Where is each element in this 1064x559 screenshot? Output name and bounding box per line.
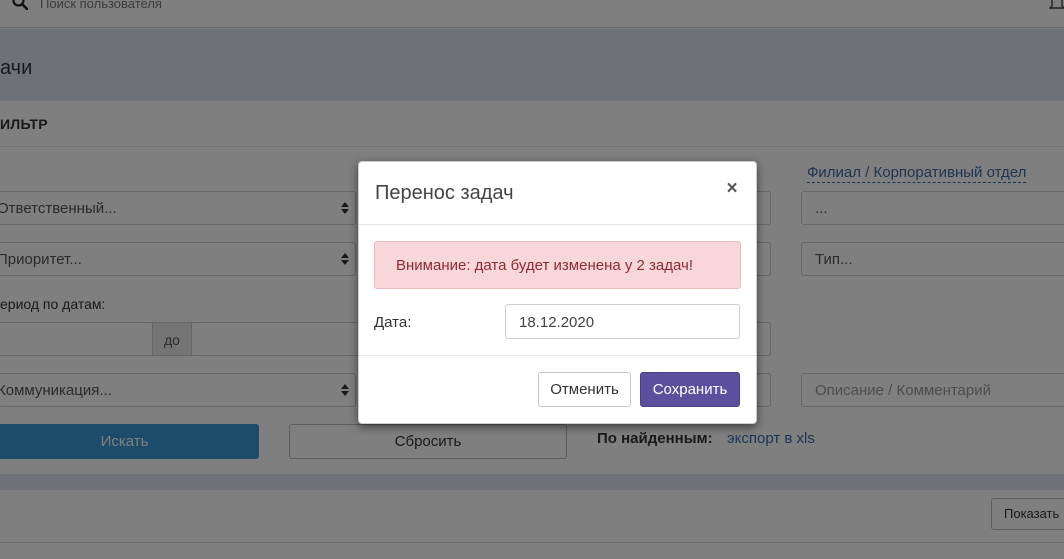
date-input[interactable]: 18.12.2020	[505, 304, 740, 339]
close-icon[interactable]: ×	[725, 179, 739, 198]
modal-footer-divider	[359, 355, 756, 356]
date-input-value: 18.12.2020	[519, 314, 595, 331]
warning-alert: Внимание: дата будет изменена у 2 задач!	[374, 241, 741, 289]
warning-alert-text: Внимание: дата будет изменена у 2 задач!	[396, 257, 694, 274]
save-button[interactable]: Сохранить	[640, 372, 740, 407]
date-label: Дата:	[374, 314, 412, 331]
move-tasks-modal: Перенос задач × Внимание: дата будет изм…	[358, 161, 757, 424]
modal-header-divider	[359, 224, 756, 225]
cancel-button[interactable]: Отменить	[538, 372, 631, 407]
modal-title: Перенос задач	[375, 182, 514, 204]
